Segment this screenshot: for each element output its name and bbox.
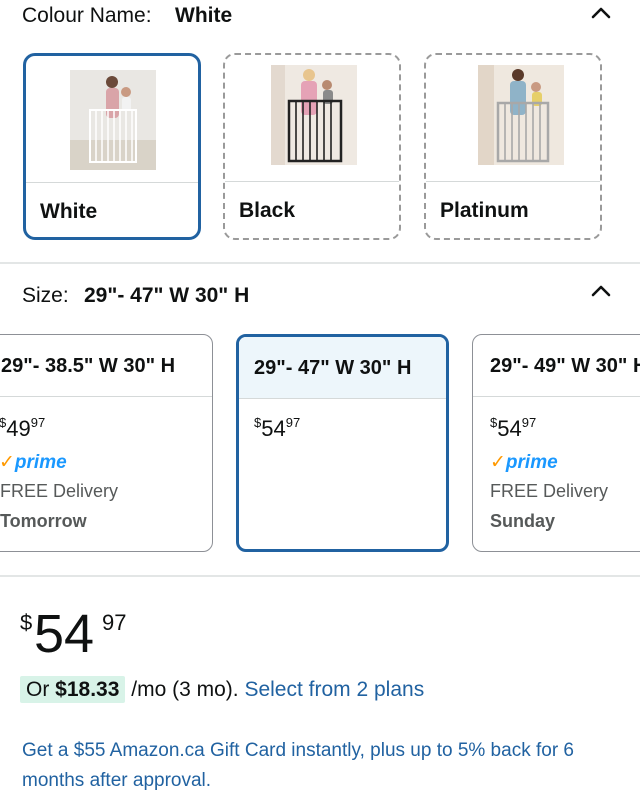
gate-image-black [271, 65, 357, 165]
delivery-day: Sunday [490, 511, 556, 531]
colour-option-black[interactable]: Black [223, 53, 401, 240]
chevron-up-icon[interactable] [590, 280, 612, 302]
colour-option-label: Black [239, 199, 296, 222]
payment-plans: Or $18.33 /mo (3 mo). Select from 2 plan… [20, 676, 424, 703]
product-image [426, 55, 600, 182]
delivery-text: FREE Delivery [490, 481, 609, 501]
size-option-3[interactable]: 29"- 49" W 30" H $5497 ✓prime FREE Deliv… [472, 334, 640, 552]
size-option-1[interactable]: 29"- 38.5" W 30" H $4997 ✓prime FREE Del… [0, 334, 213, 552]
monthly-term: /mo (3 mo). [125, 678, 245, 701]
size-option-price: $5497 [490, 415, 537, 441]
size-option-2[interactable]: 29"- 47" W 30" H $5497 [236, 334, 449, 552]
size-option-title: 29"- 38.5" W 30" H [0, 335, 212, 397]
colour-option-label: Platinum [440, 199, 529, 222]
delivery-text: FREE Delivery [0, 481, 119, 501]
product-image [26, 56, 198, 183]
colour-value: White [175, 4, 233, 27]
size-option-title: 29"- 49" W 30" H [473, 335, 640, 397]
colour-option-white[interactable]: White [23, 53, 201, 240]
section-divider [0, 575, 640, 577]
size-header[interactable]: Size: 29"- 47" W 30" H [0, 282, 640, 316]
gift-card-promo-link[interactable]: Get a $55 Amazon.ca Gift Card instantly,… [22, 736, 622, 796]
size-value: 29"- 47" W 30" H [84, 284, 250, 307]
colour-label: Colour Name: [22, 4, 152, 27]
section-divider [0, 262, 640, 264]
prime-check-icon: ✓ [490, 452, 506, 473]
prime-badge: ✓prime [0, 452, 67, 473]
size-option-price: $4997 [0, 415, 46, 441]
product-image [225, 55, 399, 182]
colour-option-label: White [40, 200, 98, 223]
size-option-price: $5497 [254, 415, 301, 441]
size-label: Size: [22, 284, 69, 307]
size-option-title: 29"- 47" W 30" H [239, 337, 446, 399]
gate-image-white [70, 70, 156, 170]
colour-header[interactable]: Colour Name: White [0, 2, 640, 36]
delivery-day: Tomorrow [0, 511, 87, 531]
monthly-highlight: Or $18.33 [20, 676, 126, 703]
prime-badge: ✓prime [490, 452, 558, 473]
gate-image-platinum [478, 65, 564, 165]
colour-option-platinum[interactable]: Platinum [424, 53, 602, 240]
prime-check-icon: ✓ [0, 452, 15, 473]
chevron-up-icon[interactable] [590, 2, 612, 24]
select-plans-link[interactable]: Select from 2 plans [244, 678, 424, 701]
